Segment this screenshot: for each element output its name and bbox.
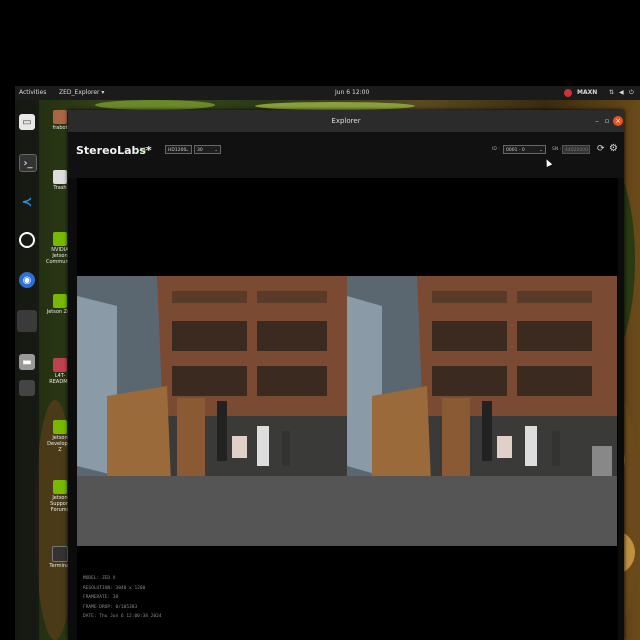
folder-icon <box>53 110 67 124</box>
chromium-icon[interactable]: ◉ <box>19 272 35 288</box>
volume-icon[interactable]: ◀ <box>619 89 624 96</box>
chevron-down-icon: ⌄ <box>539 148 543 153</box>
live-badge: LIVE <box>137 148 147 153</box>
zed-app-icon[interactable] <box>17 310 37 332</box>
stereo-viewer: MODEL: ZED X RESOLUTION: 3840 x 1200 FRA… <box>77 178 618 640</box>
clock[interactable]: Jun 6 12:00 <box>335 89 369 96</box>
vscode-icon[interactable]: ≺ <box>19 194 35 210</box>
activities-button[interactable]: Activities <box>19 89 46 96</box>
nvidia-logo-icon <box>53 294 67 308</box>
disk-icon[interactable]: ▬ <box>19 354 35 370</box>
right-camera-view <box>347 276 617 546</box>
obs-icon[interactable] <box>19 232 35 248</box>
info-date: DATE: Thu Jun 6 12:00:38 2024 <box>83 614 162 619</box>
explorer-window: Explorer – ▫ × StereoLabs* LIVE HD1200 ⌄ … <box>68 110 624 640</box>
close-icon[interactable]: × <box>613 116 623 126</box>
info-model: MODEL: ZED X <box>83 576 116 581</box>
resolution-select[interactable]: HD1200 ⌄ <box>165 145 192 154</box>
serial-number-field[interactable]: 44020000 <box>562 145 590 154</box>
network-icon[interactable]: ⇅ <box>609 89 614 96</box>
info-framerate: FRAMERATE: 30 <box>83 595 119 600</box>
nvidia-logo-icon <box>53 420 67 434</box>
chevron-down-icon: ⌄ <box>214 148 218 153</box>
id-label: ID : <box>492 147 500 152</box>
chevron-down-icon: ⌄ <box>185 148 189 153</box>
left-camera-view <box>77 276 347 546</box>
terminal-icon[interactable]: ›_ <box>19 154 37 172</box>
camera-id-select[interactable]: 0001 - 0 ⌄ <box>503 145 546 154</box>
system-topbar: Activities ZED_Explorer ▾ Jun 6 12:00 MA… <box>15 86 640 100</box>
minimize-icon[interactable]: – <box>592 116 602 126</box>
fps-select[interactable]: 30 ⌄ <box>194 145 221 154</box>
info-resolution: RESOLUTION: 3840 x 1200 <box>83 585 146 591</box>
info-frame-drop: FRAME DROP: 0/105383 <box>83 604 138 610</box>
terminal-icon <box>52 546 68 562</box>
explorer-toolbar: StereoLabs* LIVE HD1200 ⌄ 30 ⌄ ID : 0001 -… <box>68 132 624 178</box>
dock: ▭ ›_ ≺ ◉ ▬ <box>15 100 39 640</box>
trash-icon <box>53 170 67 184</box>
app-icon[interactable] <box>19 380 35 396</box>
refresh-icon[interactable]: ⟳ <box>597 144 605 154</box>
files-icon[interactable]: ▭ <box>19 114 35 130</box>
camera-info-panel: MODEL: ZED X RESOLUTION: 3840 x 1200 FRA… <box>83 574 162 622</box>
nvidia-icon[interactable] <box>564 89 572 97</box>
window-titlebar[interactable]: Explorer – ▫ × <box>68 110 624 132</box>
window-title: Explorer <box>331 117 361 125</box>
gear-icon[interactable]: ⚙ <box>609 143 618 154</box>
nvidia-logo-icon <box>53 480 67 494</box>
nvidia-logo-icon <box>53 232 67 246</box>
app-menu[interactable]: ZED_Explorer ▾ <box>59 89 104 96</box>
power-icon[interactable]: ⏻ <box>629 89 634 97</box>
maximize-icon[interactable]: ▫ <box>602 116 612 126</box>
sn-label: SN : <box>552 147 562 152</box>
folder-icon <box>53 358 67 372</box>
power-mode-indicator[interactable]: MAXN <box>577 89 597 96</box>
